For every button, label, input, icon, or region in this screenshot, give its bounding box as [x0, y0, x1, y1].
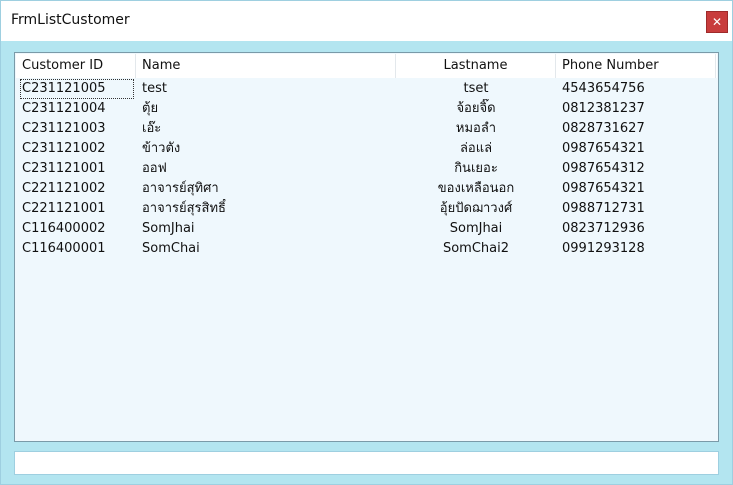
- cell-customer-id: C116400001: [22, 241, 106, 256]
- window-title: FrmListCustomer: [11, 12, 130, 28]
- cell-customer-id: C116400002: [22, 221, 106, 236]
- cell-name: ข้าวตัง: [142, 141, 181, 156]
- cell-lastname: หมอลำ: [455, 121, 497, 136]
- cell-name: อาจารย์สุทิศา: [142, 181, 219, 196]
- cell-customer-id: C231121005: [20, 79, 134, 99]
- close-icon: ✕: [711, 15, 723, 29]
- table-row[interactable]: C231121003 เอ๊ะ หมอลำ 0828731627: [16, 119, 717, 139]
- table-row[interactable]: C221121002 อาจารย์สุทิศา ของเหลือนอก 098…: [16, 179, 717, 199]
- list-header: Customer ID Name Lastname Phone Number: [16, 54, 717, 78]
- table-row[interactable]: C116400002 SomJhai SomJhai 0823712936: [16, 219, 717, 239]
- cell-phone-number: 0828731627: [562, 121, 645, 136]
- cell-lastname: จ้อยจิ๊ด: [456, 101, 496, 116]
- column-header-name[interactable]: Name: [136, 54, 396, 78]
- cell-name: ตุ้ย: [142, 101, 159, 116]
- cell-phone-number: 0987654321: [562, 181, 645, 196]
- cell-lastname: SomJhai: [449, 221, 503, 236]
- column-header-lastname[interactable]: Lastname: [396, 54, 556, 78]
- cell-phone-number: 0987654312: [562, 161, 645, 176]
- cell-customer-id: C221121001: [22, 201, 106, 216]
- list-rows: C231121005 test tset 4543654756 C2311210…: [16, 79, 717, 259]
- cell-name: SomJhai: [142, 221, 195, 236]
- cell-lastname: ของเหลือนอก: [437, 181, 515, 196]
- table-row[interactable]: C221121001 อาจารย์สุรสิทธิ์ อุ้ยปัดฌาวงศ…: [16, 199, 717, 219]
- cell-customer-id: C231121001: [22, 161, 106, 176]
- table-row[interactable]: C231121001 ออฟ กินเยอะ 0987654312: [16, 159, 717, 179]
- cell-lastname: อุ้ยปัดฌาวงศ์: [439, 201, 513, 216]
- cell-name: SomChai: [142, 241, 200, 256]
- close-button[interactable]: ✕: [706, 11, 728, 33]
- cell-phone-number: 0823712936: [562, 221, 645, 236]
- cell-phone-number: 0991293128: [562, 241, 645, 256]
- table-row[interactable]: C116400001 SomChai SomChai2 0991293128: [16, 239, 717, 259]
- cell-name: test: [142, 81, 167, 96]
- customer-list-window: FrmListCustomer ✕ Customer ID Name Lastn…: [0, 0, 733, 485]
- cell-lastname: กินเยอะ: [454, 161, 498, 176]
- cell-name: เอ๊ะ: [142, 121, 162, 136]
- cell-lastname: ล่อแล่: [459, 141, 493, 156]
- column-header-phone-number[interactable]: Phone Number: [556, 54, 716, 78]
- cell-customer-id: C231121002: [22, 141, 106, 156]
- table-row[interactable]: C231121002 ข้าวตัง ล่อแล่ 0987654321: [16, 139, 717, 159]
- cell-phone-number: 0987654321: [562, 141, 645, 156]
- cell-customer-id: C231121004: [22, 101, 106, 116]
- cell-name: อาจารย์สุรสิทธิ์: [142, 201, 226, 216]
- customer-list-view[interactable]: Customer ID Name Lastname Phone Number C…: [14, 52, 719, 442]
- cell-phone-number: 4543654756: [562, 81, 645, 96]
- table-row[interactable]: C231121005 test tset 4543654756: [16, 79, 717, 99]
- cell-lastname: SomChai2: [442, 241, 510, 256]
- title-bar[interactable]: FrmListCustomer ✕: [1, 1, 732, 41]
- cell-customer-id: C231121003: [22, 121, 106, 136]
- status-textbox[interactable]: [14, 451, 719, 475]
- cell-name: ออฟ: [142, 161, 167, 176]
- cell-phone-number: 0988712731: [562, 201, 645, 216]
- column-header-customer-id[interactable]: Customer ID: [16, 54, 136, 78]
- table-row[interactable]: C231121004 ตุ้ย จ้อยจิ๊ด 0812381237: [16, 99, 717, 119]
- cell-lastname: tset: [463, 81, 489, 96]
- cell-customer-id: C221121002: [22, 181, 106, 196]
- cell-phone-number: 0812381237: [562, 101, 645, 116]
